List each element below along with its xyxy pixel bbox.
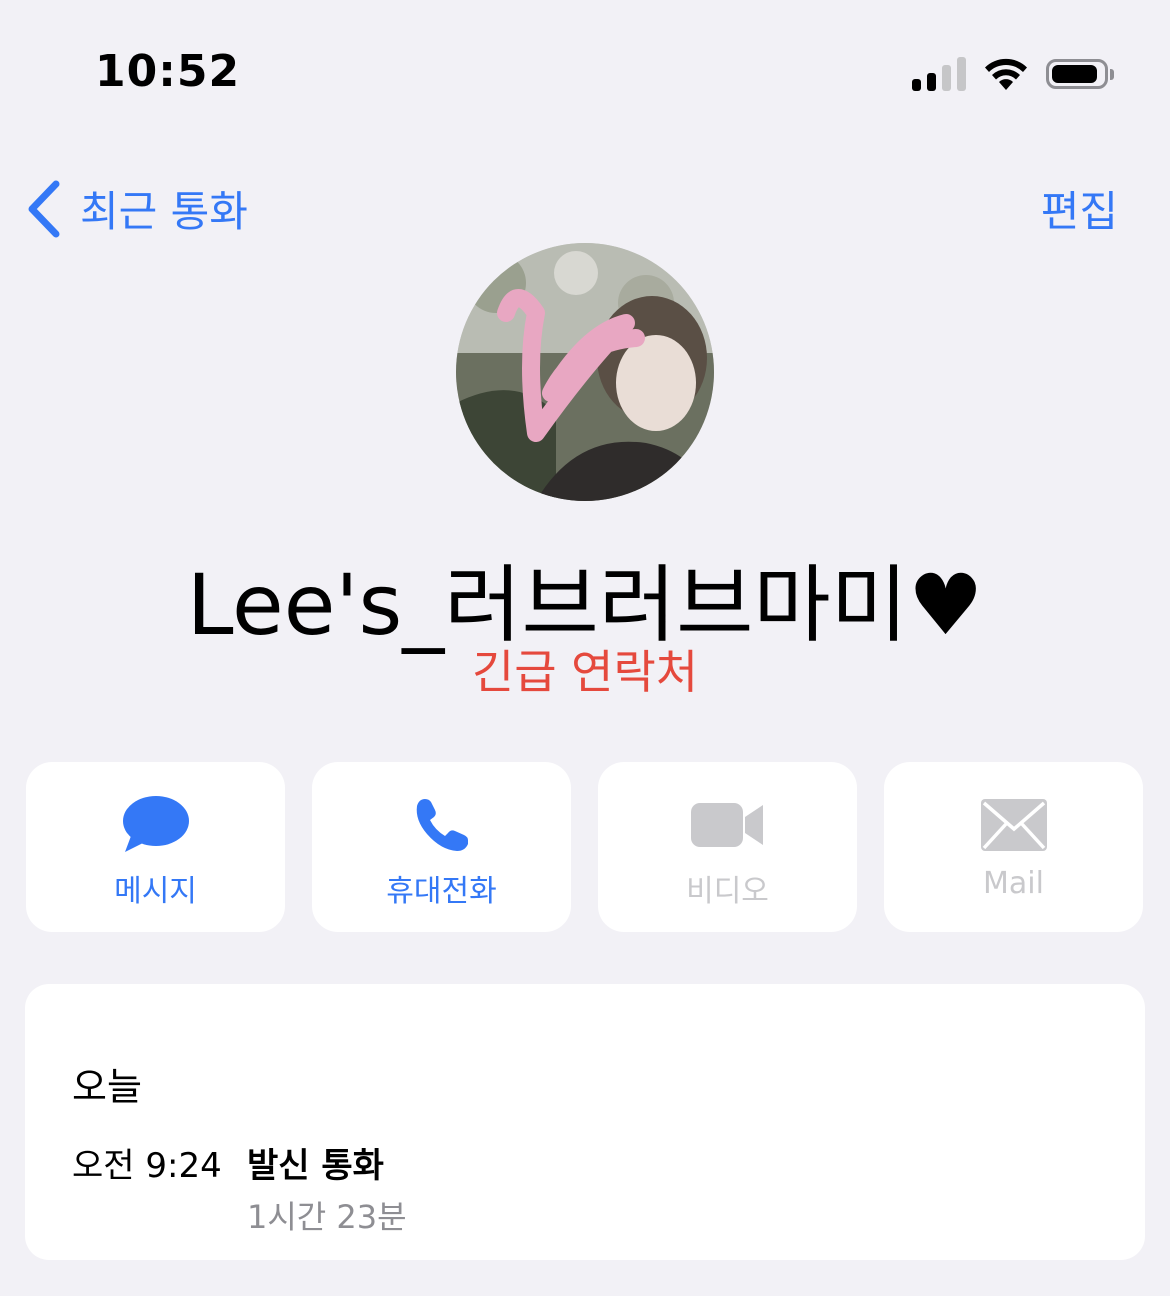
video-button-label: 비디오 (686, 874, 769, 909)
phone-icon (416, 799, 468, 851)
video-camera-icon (690, 803, 763, 847)
message-button-label: 메시지 (114, 874, 197, 909)
action-buttons: 메시지 휴대전화 비디오 Mail (26, 762, 1143, 932)
mail-icon (980, 799, 1047, 851)
chevron-left-icon (28, 180, 60, 237)
call-type: 발신 통화 (247, 1146, 384, 1186)
video-button[interactable]: 비디오 (598, 762, 857, 932)
mail-button-label: Mail (983, 866, 1044, 901)
call-time: 오전 9:24 (72, 1146, 222, 1186)
wifi-icon (985, 58, 1027, 90)
status-time: 10:52 (95, 46, 241, 97)
status-icons (912, 56, 1114, 92)
emergency-contact-label: 긴급 연락처 (471, 645, 699, 699)
call-mobile-button-label: 휴대전화 (386, 874, 497, 909)
back-button-label: 최근 통화 (80, 187, 248, 236)
edit-button[interactable]: 편집 (1041, 178, 1118, 239)
call-mobile-button[interactable]: 휴대전화 (312, 762, 571, 932)
call-history-card: 오늘 오전 9:24 발신 통화 1시간 23분 (25, 984, 1145, 1260)
battery-icon (1046, 59, 1114, 89)
contact-photo (456, 243, 714, 501)
message-bubble-icon (122, 796, 189, 852)
message-button[interactable]: 메시지 (26, 762, 285, 932)
history-day-heading: 오늘 (72, 1065, 142, 1109)
contact-avatar (456, 243, 714, 501)
cellular-signal-icon (912, 57, 966, 91)
call-duration: 1시간 23분 (247, 1198, 407, 1236)
back-button[interactable]: 최근 통화 (26, 178, 248, 239)
mail-button[interactable]: Mail (884, 762, 1143, 932)
